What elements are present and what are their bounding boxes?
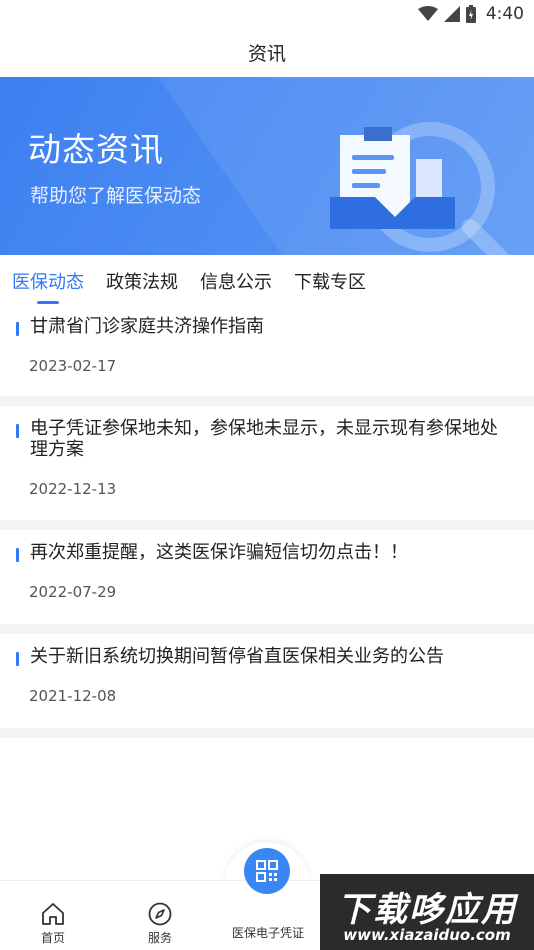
news-title: 关于新旧系统切换期间暂停省直医保相关业务的公告	[30, 646, 444, 666]
signal-icon	[443, 6, 460, 22]
medical-code-label: 医保电子凭证	[231, 926, 304, 940]
watermark-url: www.xiazaiduo.com	[343, 926, 511, 944]
item-marker	[16, 322, 19, 336]
nav-service-label: 服务	[147, 931, 172, 945]
nav-service[interactable]: 服务	[120, 881, 200, 950]
item-marker	[16, 652, 19, 666]
page-title: 资讯	[247, 43, 286, 65]
divider	[0, 520, 534, 530]
tab-downloads[interactable]: 下载专区	[294, 260, 366, 302]
nav-home[interactable]: 首页	[13, 881, 93, 950]
banner: 动态资讯 帮助您了解医保动态	[0, 77, 534, 255]
item-marker	[16, 424, 19, 438]
news-date: 2023-02-17	[29, 357, 117, 375]
news-date: 2022-07-29	[29, 583, 117, 601]
tab-medical-news[interactable]: 医保动态	[12, 260, 84, 302]
news-date: 2022-12-13	[29, 480, 117, 498]
news-list: 甘肃省门诊家庭共济操作指南 2023-02-17 电子凭证参保地未知，参保地未显…	[0, 304, 534, 738]
divider	[0, 624, 534, 634]
watermark-brand: 下载哆应用	[337, 891, 517, 929]
clock-time: 4:40	[485, 4, 524, 24]
nav-home-label: 首页	[40, 931, 65, 945]
news-title: 再次郑重提醒，这类医保诈骗短信切勿点击！！	[30, 542, 408, 562]
list-item[interactable]: 甘肃省门诊家庭共济操作指南 2023-02-17	[0, 304, 534, 396]
item-marker	[16, 548, 19, 562]
tab-info-disclosure[interactable]: 信息公示	[200, 260, 272, 302]
news-title: 电子凭证参保地未知，参保地未显示，未显示现有参保地处理方案	[30, 418, 498, 459]
wifi-icon	[417, 6, 438, 21]
watermark: 下载哆应用 www.xiazaiduo.com	[320, 874, 534, 950]
compass-icon	[148, 902, 172, 926]
category-tabs: 医保动态 政策法规 信息公示 下载专区	[0, 258, 534, 304]
divider	[0, 396, 534, 406]
battery-icon	[465, 5, 476, 23]
medical-code-button[interactable]	[244, 848, 290, 894]
tab-policy[interactable]: 政策法规	[106, 260, 178, 302]
banner-subtitle: 帮助您了解医保动态	[30, 186, 202, 207]
list-item[interactable]: 再次郑重提醒，这类医保诈骗短信切勿点击！！ 2022-07-29	[0, 530, 534, 624]
document-search-illustration	[330, 122, 510, 255]
title-bar: 资讯	[0, 28, 534, 76]
status-bar: 4:40	[0, 0, 534, 28]
home-icon	[42, 903, 64, 925]
banner-title: 动态资讯	[28, 131, 164, 168]
news-date: 2021-12-08	[29, 687, 117, 705]
list-item[interactable]: 关于新旧系统切换期间暂停省直医保相关业务的公告 2021-12-08	[0, 634, 534, 728]
qr-code-icon	[256, 860, 278, 882]
divider	[0, 728, 534, 738]
news-title: 甘肃省门诊家庭共济操作指南	[30, 316, 264, 336]
list-item[interactable]: 电子凭证参保地未知，参保地未显示，未显示现有参保地处理方案 2022-12-13	[0, 406, 534, 520]
